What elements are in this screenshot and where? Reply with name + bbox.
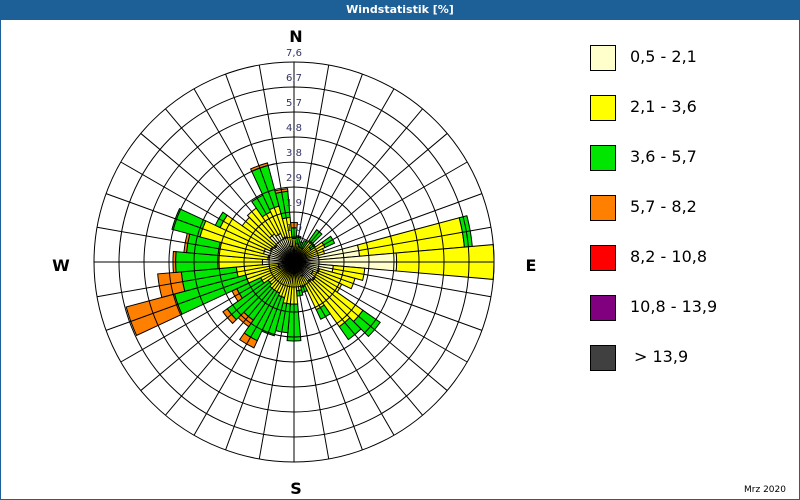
legend-swatch [590,245,616,271]
ring-label: 7,6 [286,48,302,59]
compass-north: N [289,27,302,46]
center-hub [288,256,300,268]
compass-east: E [526,256,537,275]
legend-label: 0,5 - 2,1 [630,47,697,66]
ring-label: 6,7 [286,73,302,84]
legend-swatch [590,345,616,371]
legend-label: > 13,9 [634,347,689,366]
ring-label: 5,7 [286,98,302,109]
ring-label: 1,0 [286,223,302,234]
legend-label: 2,1 - 3,6 [630,97,697,116]
legend-swatch [590,295,616,321]
legend-label: 3,6 - 5,7 [630,147,697,166]
legend-swatch [590,45,616,71]
legend-label: 10,8 - 13,9 [630,297,718,316]
ring-label: 4,8 [286,123,302,134]
ring-label: 3,8 [286,148,302,159]
legend-swatch [590,195,616,221]
ring-label: 2,9 [286,173,302,184]
legend-swatch [590,95,616,121]
legend-label: 5,7 - 8,2 [630,197,697,216]
compass-south: S [290,479,302,498]
legend-swatch [590,145,616,171]
compass-west: W [52,256,70,275]
date-label: Mrz 2020 [744,485,786,495]
ring-label: 1,9 [286,198,302,209]
legend-label: 8,2 - 10,8 [630,247,708,266]
wind-bar-segment [171,207,207,238]
